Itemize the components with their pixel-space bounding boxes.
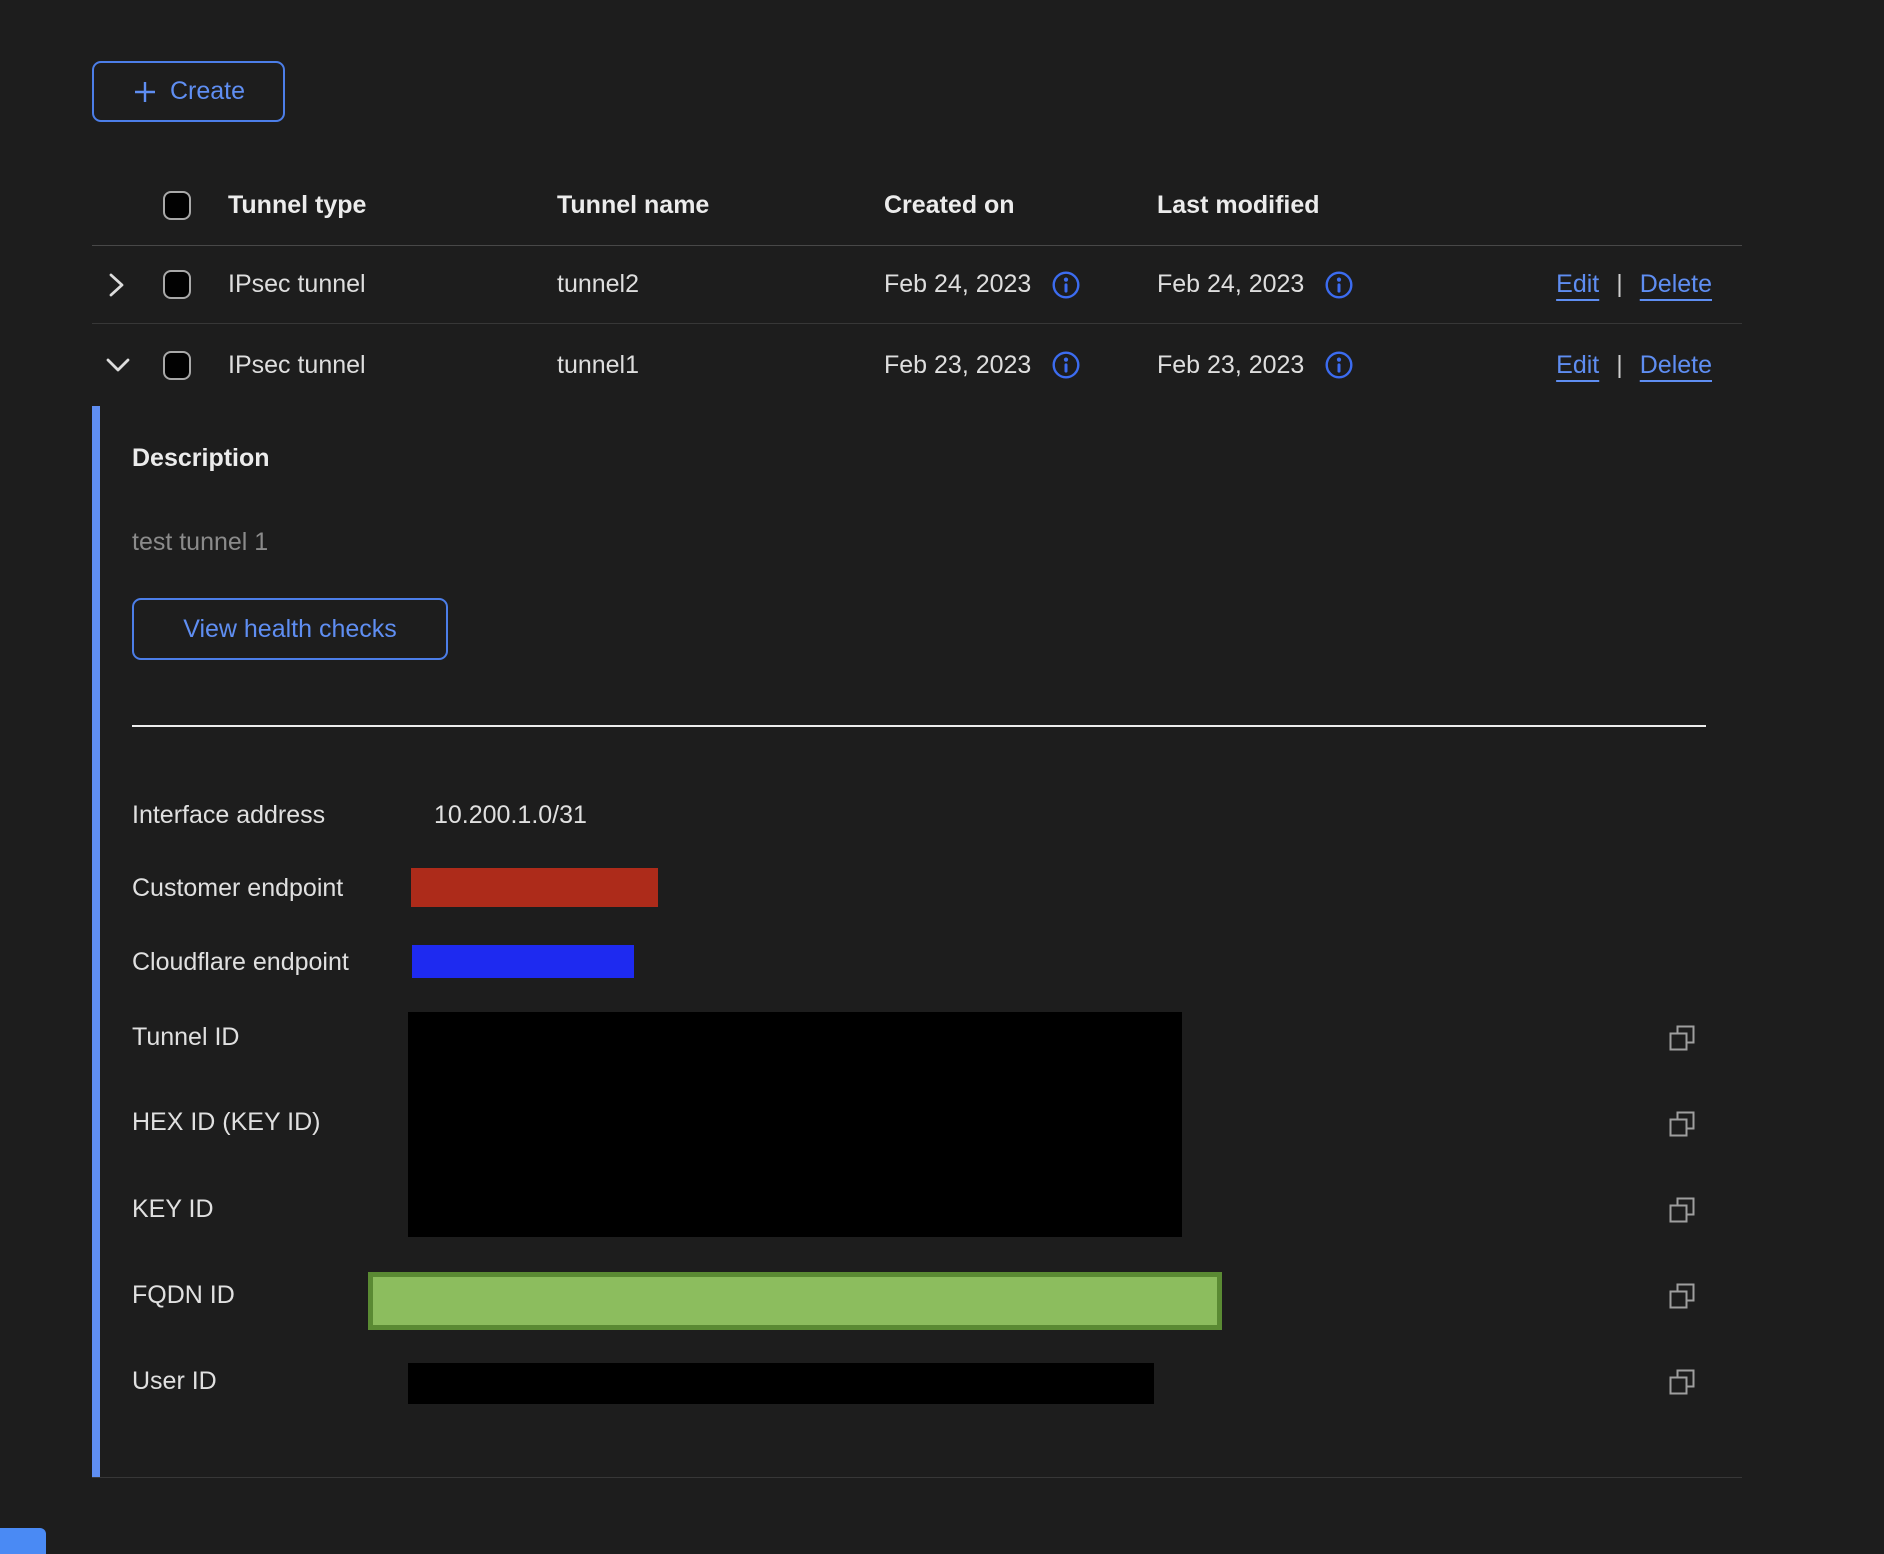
table-header-row: Tunnel type Tunnel name Created on Last … bbox=[92, 166, 1742, 246]
info-icon bbox=[1324, 270, 1354, 300]
plus-icon bbox=[132, 79, 158, 105]
ids-redacted-value bbox=[408, 1012, 1182, 1237]
expanded-row-accent-bar bbox=[92, 406, 100, 1477]
actions-separator: | bbox=[1616, 270, 1623, 299]
column-header-tunnel-name: Tunnel name bbox=[557, 191, 884, 220]
key-id-label: KEY ID bbox=[132, 1194, 214, 1224]
tunnel-type-cell: IPsec tunnel bbox=[228, 270, 557, 299]
info-icon bbox=[1051, 350, 1081, 380]
created-on-info-button[interactable] bbox=[1051, 350, 1081, 380]
table-row-tunnel2: IPsec tunnel tunnel2 Feb 24, 2023 Feb 24… bbox=[92, 246, 1742, 324]
created-on-cell: Feb 23, 2023 bbox=[884, 351, 1031, 380]
expanded-row-panel: Description test tunnel 1 View health ch… bbox=[92, 406, 1742, 1478]
description-label: Description bbox=[132, 444, 270, 473]
column-header-last-modified: Last modified bbox=[1157, 191, 1520, 220]
fqdn-id-label: FQDN ID bbox=[132, 1280, 235, 1310]
last-modified-cell: Feb 23, 2023 bbox=[1157, 351, 1304, 380]
copy-fqdn-id-button[interactable] bbox=[1668, 1282, 1696, 1310]
description-value: test tunnel 1 bbox=[132, 528, 268, 557]
collapse-row-button[interactable] bbox=[105, 355, 131, 375]
section-divider bbox=[132, 725, 1706, 727]
copy-tunnel-id-button[interactable] bbox=[1668, 1024, 1696, 1052]
edit-link[interactable]: Edit bbox=[1556, 270, 1599, 299]
fqdn-id-redacted-value bbox=[368, 1272, 1222, 1330]
actions-separator: | bbox=[1616, 351, 1623, 380]
row-checkbox[interactable] bbox=[163, 270, 191, 299]
tunnel-name-cell: tunnel1 bbox=[557, 351, 884, 380]
cloudflare-endpoint-redacted-value bbox=[412, 945, 634, 978]
copy-icon bbox=[1668, 1196, 1696, 1224]
cloudflare-endpoint-label: Cloudflare endpoint bbox=[132, 947, 349, 977]
tunnel-type-cell: IPsec tunnel bbox=[228, 351, 557, 380]
column-header-tunnel-type: Tunnel type bbox=[228, 191, 557, 220]
copy-user-id-button[interactable] bbox=[1668, 1368, 1696, 1396]
header-checkbox-cell bbox=[155, 191, 228, 220]
copy-icon bbox=[1668, 1024, 1696, 1052]
create-button-label: Create bbox=[170, 77, 245, 106]
floating-widget-fragment[interactable] bbox=[0, 1528, 46, 1554]
table-row-tunnel1: IPsec tunnel tunnel1 Feb 23, 2023 Feb 23… bbox=[92, 324, 1742, 406]
expand-row-button[interactable] bbox=[105, 272, 127, 298]
customer-endpoint-label: Customer endpoint bbox=[132, 873, 343, 903]
copy-icon bbox=[1668, 1110, 1696, 1138]
select-all-checkbox[interactable] bbox=[163, 191, 191, 220]
tunnels-table: Tunnel type Tunnel name Created on Last … bbox=[92, 166, 1742, 1478]
column-header-created-on: Created on bbox=[884, 191, 1157, 220]
edit-link[interactable]: Edit bbox=[1556, 351, 1599, 380]
customer-endpoint-redacted-value bbox=[411, 868, 658, 907]
row-checkbox[interactable] bbox=[163, 351, 191, 380]
copy-key-id-button[interactable] bbox=[1668, 1196, 1696, 1224]
tunnels-page: Create Tunnel type Tunnel name Created o… bbox=[0, 0, 1884, 1554]
hex-id-label: HEX ID (KEY ID) bbox=[132, 1107, 320, 1137]
last-modified-cell: Feb 24, 2023 bbox=[1157, 270, 1304, 299]
created-on-cell: Feb 24, 2023 bbox=[884, 270, 1031, 299]
create-button[interactable]: Create bbox=[92, 61, 285, 122]
last-modified-info-button[interactable] bbox=[1324, 350, 1354, 380]
info-icon bbox=[1324, 350, 1354, 380]
tunnel-name-cell: tunnel2 bbox=[557, 270, 884, 299]
interface-address-value: 10.200.1.0/31 bbox=[434, 800, 587, 830]
view-health-checks-button[interactable]: View health checks bbox=[132, 598, 448, 660]
copy-icon bbox=[1668, 1368, 1696, 1396]
copy-hex-id-button[interactable] bbox=[1668, 1110, 1696, 1138]
info-icon bbox=[1051, 270, 1081, 300]
chevron-down-icon bbox=[105, 355, 131, 375]
tunnel-id-label: Tunnel ID bbox=[132, 1022, 239, 1052]
user-id-redacted-value bbox=[408, 1363, 1154, 1404]
copy-icon bbox=[1668, 1282, 1696, 1310]
chevron-right-icon bbox=[105, 272, 127, 298]
last-modified-info-button[interactable] bbox=[1324, 270, 1354, 300]
user-id-label: User ID bbox=[132, 1366, 217, 1396]
interface-address-label: Interface address bbox=[132, 800, 325, 830]
delete-link[interactable]: Delete bbox=[1640, 351, 1712, 380]
created-on-info-button[interactable] bbox=[1051, 270, 1081, 300]
delete-link[interactable]: Delete bbox=[1640, 270, 1712, 299]
